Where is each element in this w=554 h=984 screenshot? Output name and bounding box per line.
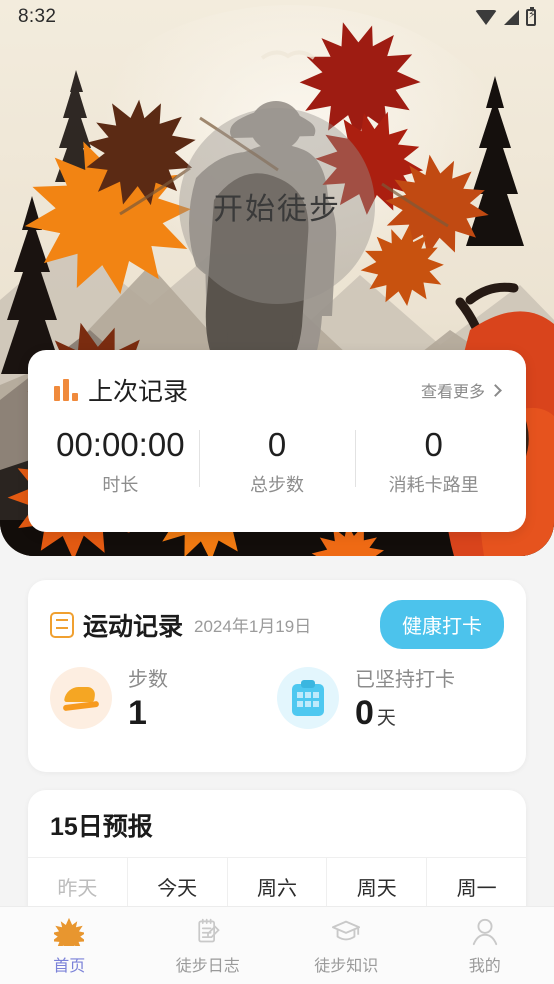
exercise-days-unit: 天 — [376, 708, 396, 729]
wifi-icon — [475, 9, 497, 25]
last-record-stats: 00:00:00 时长 0 总步数 0 消耗卡路里 — [28, 408, 526, 497]
view-more-label: 查看更多 — [420, 384, 485, 401]
shoe-icon — [50, 667, 112, 729]
start-hiking-label: 开始徒步 — [213, 193, 341, 226]
chevron-right-icon — [489, 383, 502, 397]
stat-value: 0 — [267, 426, 287, 463]
status-icon-group — [475, 6, 536, 26]
exercise-title: 运动记录 — [83, 612, 184, 641]
stat-label: 时长 — [102, 475, 139, 496]
exercise-days-value: 0天 — [355, 694, 455, 733]
stat-label: 总步数 — [250, 475, 304, 496]
app-screen: 开始徒步 8:32 上次记录 查看更多 00:00:00 时长 0 — [0, 0, 554, 984]
clipboard-check-icon — [277, 667, 339, 729]
exercise-stats: 步数 1 已坚持打卡 0天 — [28, 649, 526, 733]
last-record-title: 上次记录 — [88, 378, 189, 406]
status-time: 8:32 — [18, 6, 57, 27]
exercise-steps-value: 1 — [128, 694, 147, 732]
tab-home[interactable]: 首页 — [0, 907, 139, 984]
bar-chart-icon — [54, 379, 78, 401]
exercise-steps: 步数 1 — [50, 663, 277, 733]
tab-mine-label: 我的 — [468, 958, 501, 975]
battery-charging-icon — [526, 6, 536, 26]
exercise-header: 运动记录 2024年1月19日 健康打卡 — [28, 580, 526, 649]
exercise-steps-label: 步数 — [128, 669, 168, 691]
clipboard-pen-icon — [192, 915, 224, 947]
exercise-days-text: 已坚持打卡 0天 — [355, 663, 455, 733]
last-record-card: 上次记录 查看更多 00:00:00 时长 0 总步数 0 消耗卡路里 — [28, 350, 526, 532]
exercise-record-card: 运动记录 2024年1月19日 健康打卡 步数 1 已坚持打卡 0天 — [28, 580, 526, 772]
stat-total-steps: 0 总步数 — [198, 424, 356, 497]
graduation-cap-icon — [330, 915, 362, 947]
bottom-tab-bar: 首页 徒步日志 徒步知识 我的 — [0, 906, 554, 984]
health-checkin-button[interactable]: 健康打卡 — [380, 600, 504, 649]
maple-leaf-icon — [53, 915, 85, 947]
exercise-checkin-days: 已坚持打卡 0天 — [277, 663, 504, 733]
stat-calories: 0 消耗卡路里 — [355, 424, 512, 497]
signal-icon — [504, 9, 519, 25]
document-list-icon — [50, 611, 74, 638]
stat-duration: 00:00:00 时长 — [42, 424, 199, 497]
exercise-steps-text: 步数 1 — [128, 663, 168, 733]
stat-value: 0 — [424, 426, 443, 463]
forecast-title: 15日预报 — [50, 813, 153, 841]
exercise-days-number: 0 — [355, 694, 374, 732]
person-icon — [469, 915, 501, 947]
last-record-header: 上次记录 查看更多 — [28, 350, 526, 408]
stat-label: 消耗卡路里 — [388, 475, 479, 496]
tab-hiking-knowledge-label: 徒步知识 — [314, 958, 379, 975]
tab-hiking-knowledge[interactable]: 徒步知识 — [277, 907, 416, 984]
tab-mine[interactable]: 我的 — [416, 907, 554, 984]
tab-home-label: 首页 — [53, 958, 86, 975]
stat-value: 00:00:00 — [56, 426, 185, 463]
tab-hiking-log-label: 徒步日志 — [175, 958, 240, 975]
start-hiking-button[interactable]: 开始徒步 — [179, 108, 375, 304]
status-bar: 8:32 — [0, 0, 554, 34]
exercise-date: 2024年1月19日 — [194, 617, 312, 636]
exercise-days-label: 已坚持打卡 — [355, 669, 455, 691]
tab-hiking-log[interactable]: 徒步日志 — [139, 907, 278, 984]
view-more-button[interactable]: 查看更多 — [420, 378, 502, 402]
forecast-card: 15日预报 昨天 今天 周六 周天 周一 — [28, 790, 526, 914]
